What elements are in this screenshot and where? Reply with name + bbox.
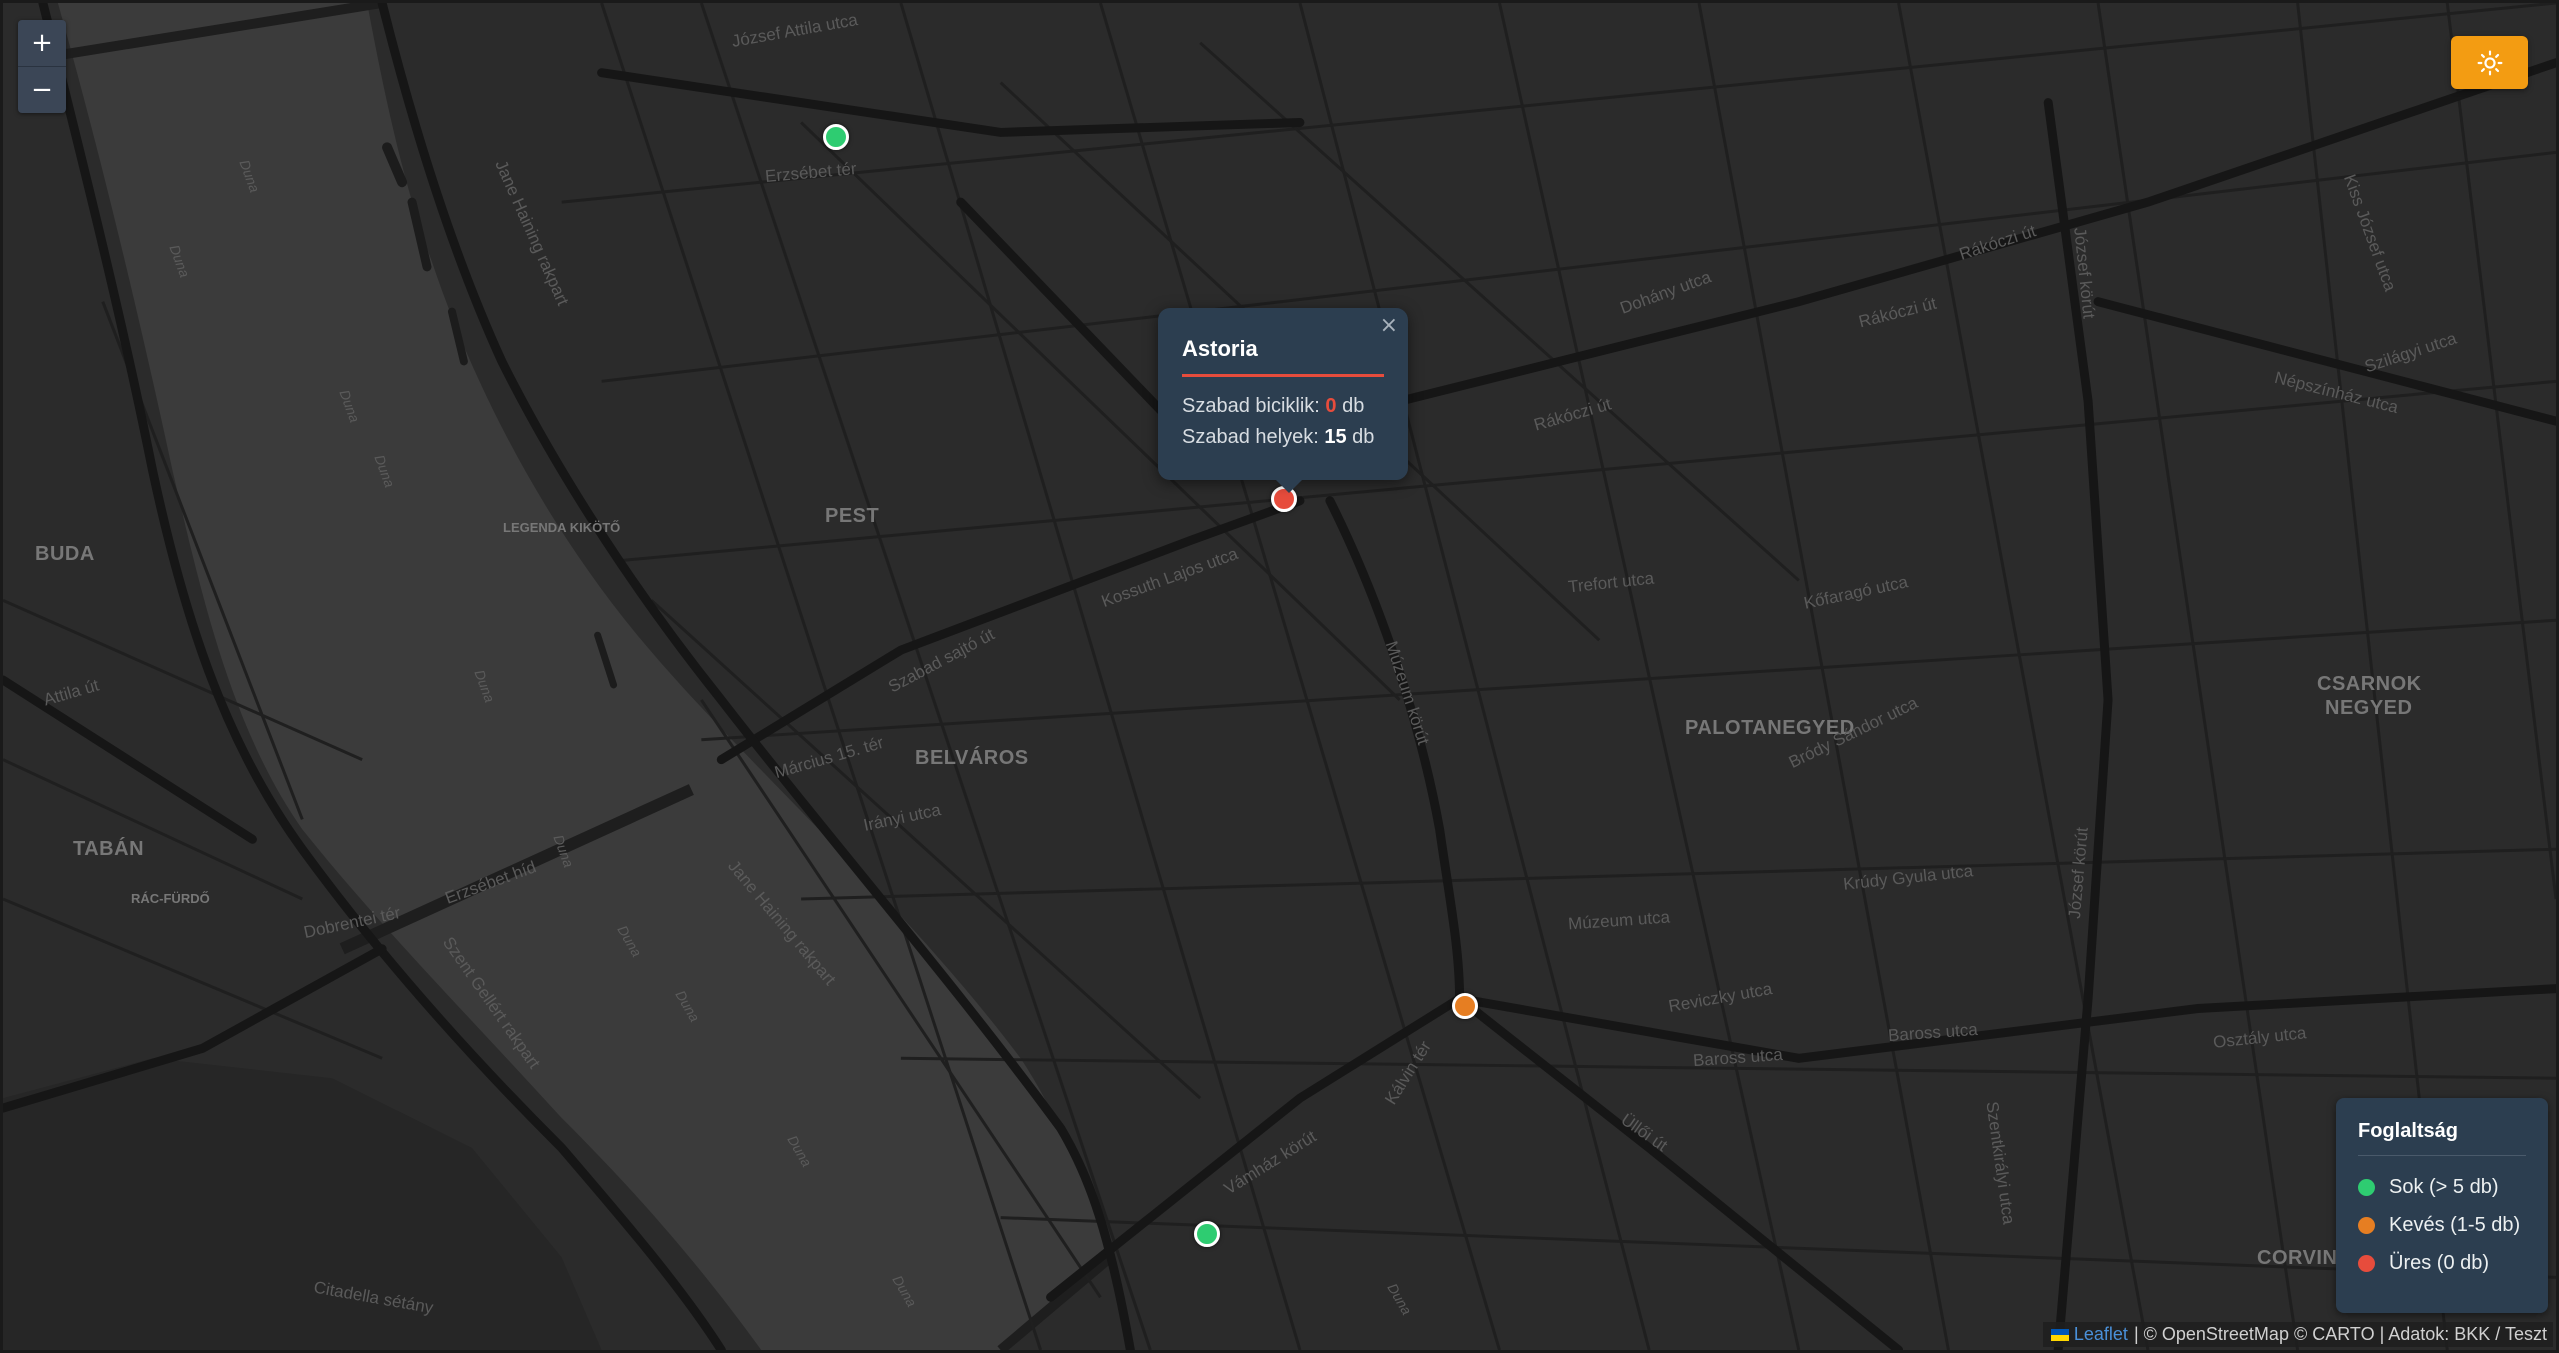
popup-tip — [1276, 480, 1302, 493]
popup-bikes-row: Szabad biciklik: 0 db — [1182, 391, 1384, 422]
legend-item-ures: Üres (0 db) — [2358, 1244, 2526, 1282]
sun-icon — [2477, 50, 2502, 75]
popup-close-button[interactable]: × — [1380, 314, 1398, 338]
theme-toggle-button[interactable] — [2451, 36, 2528, 89]
station-marker[interactable] — [1194, 1221, 1220, 1247]
zoom-in-button[interactable]: + — [18, 20, 66, 66]
map-attribution: Leaflet | © OpenStreetMap © CARTO | Adat… — [2042, 1322, 2553, 1347]
legend-label: Üres (0 db) — [2389, 1251, 2490, 1274]
popup-slots-unit: db — [1352, 426, 1375, 448]
popup-slots-value: 15 — [1324, 426, 1347, 448]
popup-bikes-value: 0 — [1325, 395, 1337, 417]
popup-bikes-label: Szabad biciklik: — [1182, 395, 1320, 417]
map-canvas[interactable]: PEST BUDA BELVÁROS PALOTANEGYED TABÁN CS… — [0, 0, 2559, 1353]
ukraine-flag-icon — [2050, 1328, 2069, 1341]
popup-slots-label: Szabad helyek: — [1182, 426, 1319, 448]
basemap — [3, 3, 2556, 1350]
legend-dot-green — [2358, 1178, 2375, 1196]
legend-label: Sok (> 5 db) — [2389, 1175, 2499, 1198]
zoom-out-button[interactable]: − — [18, 66, 66, 113]
legend-item-sok: Sok (> 5 db) — [2358, 1168, 2526, 1206]
legend: Foglaltság Sok (> 5 db) Kevés (1-5 db) Ü… — [2336, 1098, 2548, 1313]
station-marker[interactable] — [823, 124, 849, 150]
attribution-text: | © OpenStreetMap © CARTO | Adatok: BKK … — [2133, 1324, 2547, 1344]
legend-title: Foglaltság — [2358, 1120, 2526, 1156]
station-marker[interactable] — [1452, 993, 1478, 1019]
popup-slots-row: Szabad helyek: 15 db — [1182, 422, 1384, 453]
popup-title: Astoria — [1182, 336, 1384, 377]
popup-bikes-unit: db — [1342, 395, 1365, 417]
zoom-control: + − — [18, 20, 66, 113]
legend-dot-orange — [2358, 1216, 2375, 1234]
station-popup: × Astoria Szabad biciklik: 0 db Szabad h… — [1158, 308, 1408, 493]
legend-item-keves: Kevés (1-5 db) — [2358, 1206, 2526, 1244]
legend-label: Kevés (1-5 db) — [2389, 1213, 2521, 1236]
legend-dot-red — [2358, 1254, 2375, 1272]
leaflet-link[interactable]: Leaflet — [2074, 1324, 2128, 1345]
